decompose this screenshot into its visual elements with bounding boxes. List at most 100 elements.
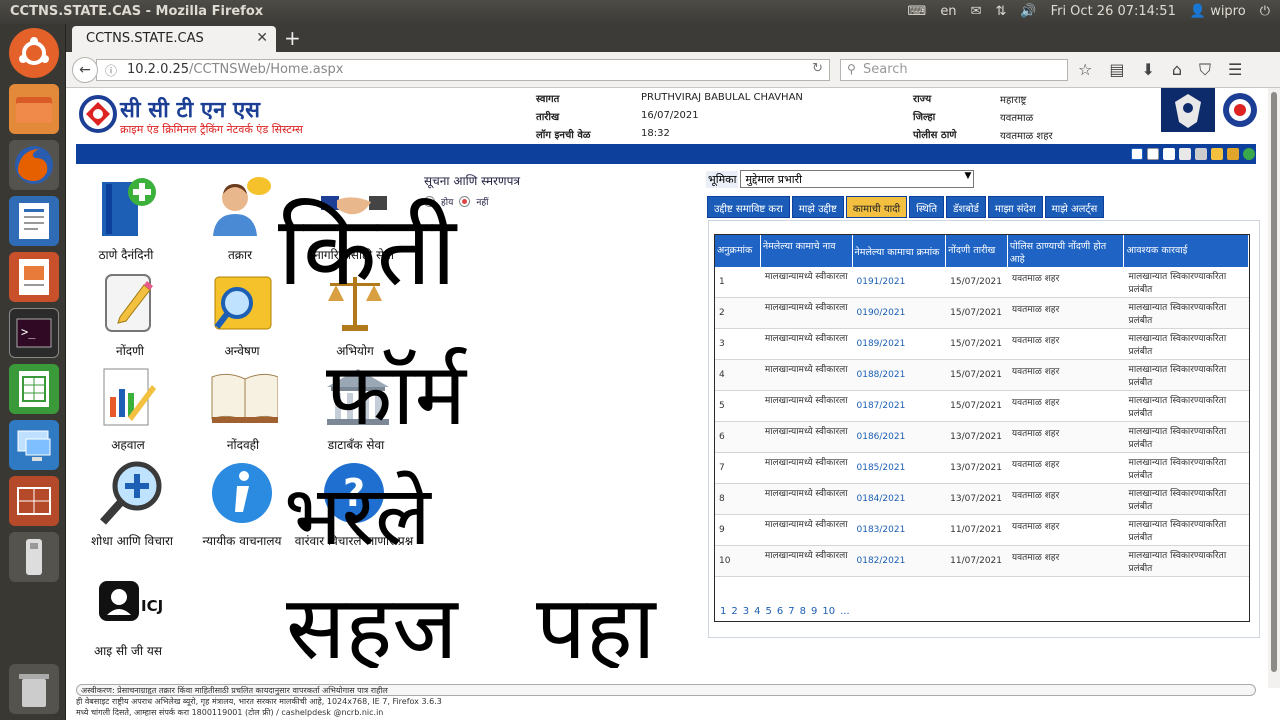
page-link[interactable]: 7: [788, 606, 794, 617]
page-link[interactable]: 2: [731, 606, 737, 617]
table-row[interactable]: 8 मालखान्यामध्ये स्वीकारला 0184/2021 13/07/…: [715, 484, 1249, 515]
page-link[interactable]: 1: [720, 606, 726, 617]
home-tool-icon[interactable]: [1131, 148, 1143, 160]
cell-task-number[interactable]: 0191/2021: [853, 267, 947, 297]
web-page: सी सी टी एन एस क्राइम एंड क्रिमिनल ट्रैक…: [66, 88, 1280, 720]
user-menu[interactable]: 👤 wipro: [1190, 4, 1246, 19]
cell-task-number[interactable]: 0189/2021: [853, 329, 947, 359]
files-icon[interactable]: [9, 84, 59, 134]
impress-icon[interactable]: [9, 252, 59, 302]
page-link[interactable]: 9: [811, 606, 817, 617]
page-link[interactable]: 5: [766, 606, 772, 617]
table-row[interactable]: 3 मालखान्यामध्ये स्वीकारला 0189/2021 15/07/…: [715, 329, 1249, 360]
home-icon[interactable]: ⌂: [1172, 60, 1182, 80]
cell-task-number[interactable]: 0184/2021: [853, 484, 947, 514]
menu-search-and-ask[interactable]: शोधा आणि विचारा: [72, 458, 192, 549]
cell-task-number[interactable]: 0182/2021: [853, 546, 947, 576]
document-tool-icon[interactable]: [1147, 148, 1159, 160]
page-link[interactable]: 8: [800, 606, 806, 617]
tab-add-target[interactable]: उद्दीष्ट समाविष्ट करा: [707, 196, 790, 218]
trash-icon[interactable]: [9, 664, 59, 714]
firefox-icon[interactable]: [9, 140, 59, 190]
hierarchy-tool-icon[interactable]: [1163, 148, 1175, 160]
reading-list-icon[interactable]: ▤: [1109, 60, 1124, 80]
tab-dashboard[interactable]: डॅशबोर्ड: [946, 196, 986, 218]
page-link[interactable]: 6: [777, 606, 783, 617]
remote-desktop-icon[interactable]: [9, 420, 59, 470]
table-row[interactable]: 7 मालखान्यामध्ये स्वीकारला 0185/2021 13/07/…: [715, 453, 1249, 484]
cell-task-number[interactable]: 0186/2021: [853, 422, 947, 452]
page-link[interactable]: 3: [743, 606, 749, 617]
download-icon[interactable]: ⬇: [1141, 60, 1154, 80]
menu-icjs[interactable]: ICJS आइ सी जी यस: [68, 568, 188, 659]
power-icon[interactable]: ⏻: [1260, 4, 1270, 19]
writer-icon[interactable]: [9, 196, 59, 246]
cell-serial: 3: [719, 339, 725, 349]
info-icon[interactable]: ⓘ: [105, 62, 117, 79]
table-row[interactable]: 2 मालखान्यामध्ये स्वीकारला 0190/2021 15/07/…: [715, 298, 1249, 329]
mail-icon[interactable]: ✉: [971, 4, 982, 19]
navigation-toolbar: ⓘ 10.2.0.25/CCTNSWeb/Home.aspx ↻ ← ⚲ Sea…: [66, 52, 1280, 88]
lock-tool-icon[interactable]: [1227, 148, 1239, 160]
cell-task-number[interactable]: 0190/2021: [853, 298, 947, 328]
back-button[interactable]: ←: [72, 57, 98, 83]
cell-task-number[interactable]: 0188/2021: [853, 360, 947, 390]
column-header[interactable]: नेमलेल्या कामाचे नाव: [761, 235, 853, 267]
menu-reports[interactable]: अहवाल: [68, 362, 188, 453]
logout-tool-icon[interactable]: [1243, 148, 1255, 160]
page-link[interactable]: 4: [754, 606, 760, 617]
message-tool-icon[interactable]: [1179, 148, 1191, 160]
clock[interactable]: Fri Oct 26 07:14:51: [1051, 4, 1176, 19]
column-header[interactable]: पोलिस ठाण्याची नोंदणी होत आहे: [1008, 235, 1125, 267]
volume-icon[interactable]: 🔊: [1020, 4, 1036, 19]
key-tool-icon[interactable]: [1211, 148, 1223, 160]
table-row[interactable]: 4 मालखान्यामध्ये स्वीकारला 0188/2021 15/07/…: [715, 360, 1249, 391]
menu-station-diary[interactable]: ठाणे दैनंदिनी: [66, 172, 186, 263]
workspace-switcher-icon[interactable]: [9, 476, 59, 526]
column-header[interactable]: नोंदणी तारीख: [946, 235, 1008, 267]
table-row[interactable]: 1 मालखान्यामध्ये स्वीकारला 0191/2021 15/07/…: [715, 267, 1249, 298]
menu-icon[interactable]: ☰: [1228, 60, 1242, 80]
cell-task-number[interactable]: 0185/2021: [853, 453, 947, 483]
tab-status[interactable]: स्थिति: [909, 196, 945, 218]
scrollbar-thumb[interactable]: [1271, 92, 1277, 672]
calc-icon[interactable]: [9, 364, 59, 414]
reload-icon[interactable]: ↻: [812, 61, 823, 76]
pocket-icon[interactable]: ⛉: [1199, 60, 1211, 80]
chevron-down-icon[interactable]: ▼: [965, 171, 972, 181]
page-link[interactable]: ...: [840, 606, 850, 617]
column-header[interactable]: अनुक्रमांक: [715, 235, 761, 267]
menu-registration[interactable]: नोंदणी: [70, 268, 190, 359]
close-tab-icon[interactable]: ✕: [256, 30, 268, 46]
cell-serial: 10: [719, 556, 731, 566]
tab-my-targets[interactable]: माझे उद्दीष्ट: [791, 196, 844, 218]
tab-my-alerts[interactable]: माझे अलर्ट्स: [1044, 196, 1105, 218]
browser-tab[interactable]: CCTNS.STATE.CAS ✕: [72, 26, 276, 52]
usb-drive-icon[interactable]: [9, 532, 59, 582]
keyboard-layout[interactable]: en: [940, 4, 956, 19]
column-header[interactable]: नेमलेल्या कामाचा क्रमांक: [853, 235, 947, 267]
tab-my-messages[interactable]: माझा संदेश: [987, 196, 1043, 218]
search-input[interactable]: ⚲ Search: [840, 59, 1068, 81]
table-row[interactable]: 5 मालखान्यामध्ये स्वीकारला 0187/2021 15/07/…: [715, 391, 1249, 422]
column-header[interactable]: आवश्यक कारवाई: [1124, 235, 1250, 267]
bookmark-star-icon[interactable]: ☆: [1078, 60, 1092, 80]
terminal-icon[interactable]: >_: [9, 308, 59, 358]
printer-tool-icon[interactable]: [1195, 148, 1207, 160]
pagination: 1 2 3 4 5 6 7 8 9 10...: [720, 606, 850, 617]
role-select[interactable]: मुद्देमाल प्रभारी ▼: [740, 170, 975, 188]
table-row[interactable]: 6 मालखान्यामध्ये स्वीकारला 0186/2021 13/07/…: [715, 422, 1249, 453]
cell-task-number[interactable]: 0183/2021: [853, 515, 947, 545]
keyboard-icon[interactable]: ⌨: [908, 4, 927, 19]
url-bar[interactable]: ⓘ 10.2.0.25/CCTNSWeb/Home.aspx ↻: [96, 59, 830, 81]
cell-task-number[interactable]: 0187/2021: [853, 391, 947, 421]
page-link[interactable]: 10: [822, 606, 835, 617]
new-tab-icon[interactable]: +: [284, 26, 301, 50]
table-row[interactable]: 10 मालखान्यामध्ये स्वीकारला 0182/2021 11/07…: [715, 546, 1249, 577]
page-scrollbar[interactable]: [1268, 88, 1280, 688]
table-row[interactable]: 9 मालखान्यामध्ये स्वीकारला 0183/2021 11/07/…: [715, 515, 1249, 546]
cell-serial: 2: [719, 308, 725, 318]
network-icon[interactable]: ⇅: [995, 4, 1006, 19]
ubuntu-dash-icon[interactable]: [9, 28, 59, 78]
tab-task-list[interactable]: कामाची यादी: [845, 196, 908, 218]
